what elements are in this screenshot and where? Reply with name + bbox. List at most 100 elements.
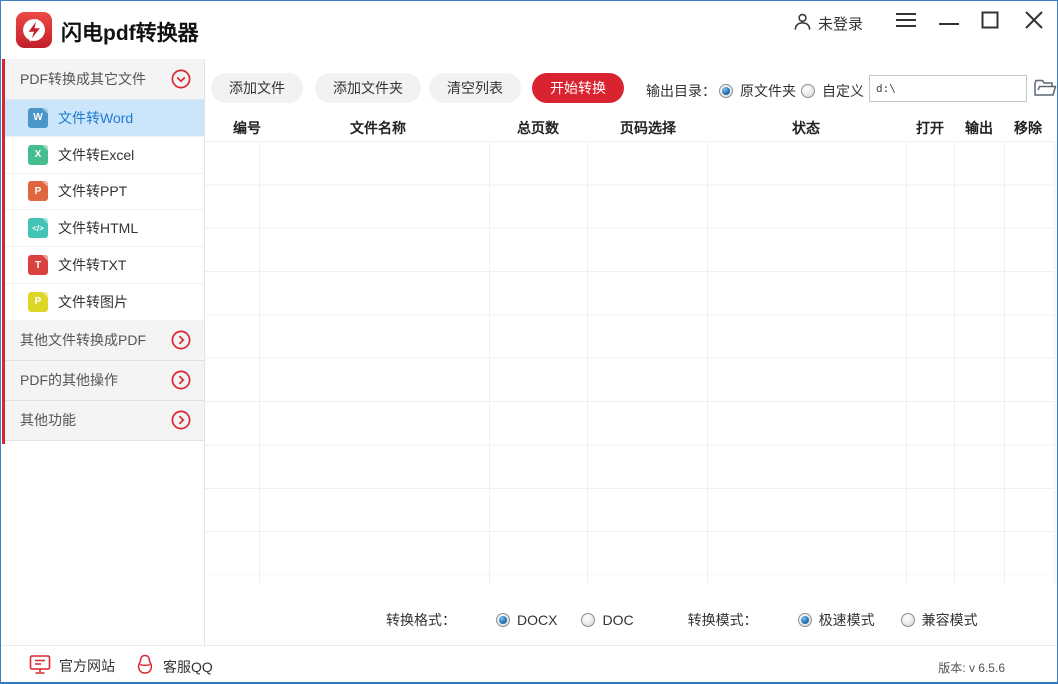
app-logo-lightning-icon	[15, 11, 53, 49]
mode-label: 转换模式：	[688, 610, 758, 630]
scrollbar-track	[1053, 141, 1058, 584]
sidebar-section-other-to-pdf[interactable]: 其他文件转换成PDF	[2, 321, 204, 361]
sidebar-item-label: 文件转HTML	[58, 218, 138, 238]
grid-line	[587, 141, 588, 584]
radio-unselected-icon	[901, 613, 915, 627]
col-header-pagerange: 页码选择	[620, 118, 676, 138]
output-custom-radio[interactable]: 自定义	[801, 81, 864, 101]
qq-penguin-icon	[135, 654, 155, 679]
col-header-remove: 移除	[1014, 118, 1042, 138]
titlebar: 闪电pdf转换器 未登录	[1, 1, 1057, 59]
hamburger-icon	[895, 12, 917, 33]
word-file-icon: W	[28, 108, 48, 128]
radio-unselected-icon	[581, 613, 595, 627]
sidebar: PDF转换成其它文件 W 文件转Word X 文件转Excel P 文件转PPT…	[2, 59, 205, 645]
file-list-table[interactable]	[205, 141, 1053, 575]
sidebar-accent-bar	[2, 59, 5, 444]
chevron-right-circle-icon	[170, 409, 192, 431]
start-convert-button[interactable]: 开始转换	[532, 73, 624, 103]
close-icon	[1025, 11, 1043, 34]
folder-icon	[1033, 86, 1057, 101]
maximize-icon	[981, 11, 999, 34]
mode-compatible-radio[interactable]: 兼容模式	[901, 610, 978, 630]
add-folder-button[interactable]: 添加文件夹	[315, 73, 421, 103]
radio-selected-icon	[719, 84, 733, 98]
app-title: 闪电pdf转换器	[61, 17, 199, 47]
login-button[interactable]: 未登录	[793, 9, 863, 37]
app-window: 闪电pdf转换器 未登录	[0, 0, 1058, 684]
col-header-output: 输出	[965, 118, 993, 138]
col-header-pages: 总页数	[517, 118, 559, 138]
add-file-button[interactable]: 添加文件	[211, 73, 303, 103]
chevron-down-circle-icon	[170, 68, 192, 90]
col-header-open: 打开	[916, 118, 944, 138]
section-label: PDF转换成其它文件	[20, 69, 170, 89]
section-label: PDF的其他操作	[20, 370, 170, 390]
version-text: 版本: v 6.5.6	[938, 659, 1005, 676]
sidebar-item-label: 文件转PPT	[58, 181, 127, 201]
section-label: 其他功能	[20, 410, 170, 430]
sidebar-item-pdf-to-html[interactable]: </> 文件转HTML	[2, 210, 204, 247]
sidebar-item-label: 文件转Excel	[58, 145, 134, 165]
close-button[interactable]	[1019, 7, 1049, 37]
minimize-button[interactable]	[934, 7, 964, 37]
grid-line	[259, 141, 260, 584]
sidebar-item-pdf-to-excel[interactable]: X 文件转Excel	[2, 137, 204, 174]
radio-unselected-icon	[801, 84, 815, 98]
excel-file-icon: X	[28, 145, 48, 165]
radio-selected-icon	[496, 613, 510, 627]
output-original-folder-radio[interactable]: 原文件夹	[719, 81, 796, 101]
service-qq-label: 客服QQ	[163, 657, 213, 677]
output-path-input[interactable]	[869, 75, 1027, 102]
col-header-status: 状态	[792, 118, 820, 138]
radio-label: 极速模式	[819, 610, 875, 630]
grid-line	[489, 141, 490, 584]
ppt-file-icon: P	[28, 181, 48, 201]
format-doc-radio[interactable]: DOC	[581, 612, 633, 628]
maximize-button[interactable]	[975, 7, 1005, 37]
login-label: 未登录	[818, 13, 863, 34]
radio-label: DOCX	[517, 612, 557, 628]
sidebar-item-pdf-to-word[interactable]: W 文件转Word	[2, 100, 204, 137]
image-file-icon: P	[28, 292, 48, 312]
user-icon	[793, 12, 812, 35]
col-header-number: 编号	[233, 118, 261, 138]
service-qq-link[interactable]: 客服QQ	[135, 654, 213, 679]
clear-list-button[interactable]: 清空列表	[429, 73, 521, 103]
sidebar-item-pdf-to-ppt[interactable]: P 文件转PPT	[2, 174, 204, 211]
radio-label: 自定义	[822, 81, 864, 101]
footer: 官方网站 客服QQ 版本: v 6.5.6	[1, 645, 1057, 683]
sidebar-item-pdf-to-image[interactable]: P 文件转图片	[2, 284, 204, 321]
sidebar-item-pdf-to-txt[interactable]: T 文件转TXT	[2, 247, 204, 284]
sidebar-section-other-features[interactable]: 其他功能	[2, 401, 204, 441]
chevron-right-circle-icon	[170, 369, 192, 391]
sidebar-item-label: 文件转Word	[58, 108, 133, 128]
grid-line	[954, 141, 955, 584]
sidebar-section-pdf-to-other[interactable]: PDF转换成其它文件	[2, 59, 204, 100]
minimize-icon	[939, 13, 959, 31]
radio-label: 原文件夹	[740, 81, 796, 101]
col-header-filename: 文件名称	[350, 118, 406, 138]
sidebar-item-label: 文件转TXT	[58, 255, 126, 275]
output-dir-label: 输出目录：	[646, 81, 716, 101]
format-label: 转换格式：	[386, 610, 456, 630]
official-site-label: 官方网站	[59, 656, 115, 676]
txt-file-icon: T	[28, 255, 48, 275]
mode-fast-radio[interactable]: 极速模式	[798, 610, 875, 630]
menu-button[interactable]	[891, 7, 921, 37]
radio-selected-icon	[798, 613, 812, 627]
grid-line	[1004, 141, 1005, 584]
conversion-options-bar: 转换格式： DOCX DOC 转换模式： 极速模式 兼容模式	[205, 599, 1058, 641]
official-site-link[interactable]: 官方网站	[29, 654, 115, 678]
sidebar-section-pdf-other-ops[interactable]: PDF的其他操作	[2, 361, 204, 401]
radio-label: 兼容模式	[922, 610, 978, 630]
section-label: 其他文件转换成PDF	[20, 330, 170, 350]
sidebar-item-label: 文件转图片	[58, 292, 128, 312]
html-file-icon: </>	[28, 218, 48, 238]
browse-folder-button[interactable]	[1033, 77, 1057, 101]
grid-line	[707, 141, 708, 584]
monitor-icon	[29, 654, 51, 678]
radio-label: DOC	[602, 612, 633, 628]
chevron-right-circle-icon	[170, 329, 192, 351]
format-docx-radio[interactable]: DOCX	[496, 612, 557, 628]
